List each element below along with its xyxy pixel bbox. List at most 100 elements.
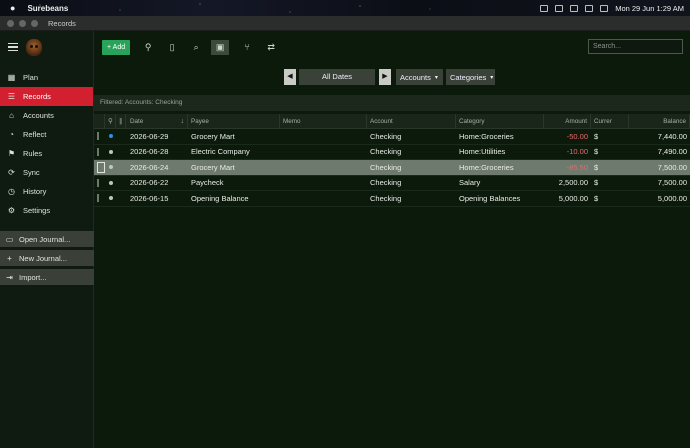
amount-column-header[interactable]: Amount [544, 114, 591, 128]
accounts-filter-dropdown[interactable]: Accounts ▾ [396, 69, 443, 85]
sidebar-action-button[interactable]: ▭ Open Journal... [0, 231, 94, 247]
balance-column-header[interactable]: Balance [629, 114, 690, 128]
account-cell[interactable]: Checking [367, 129, 456, 144]
category-cell[interactable]: Opening Balances [456, 191, 544, 206]
table-row[interactable]: 2026-06-28 Electric Company Checking Home:U… [94, 145, 690, 160]
drag-handle-icon[interactable] [97, 132, 99, 141]
amount-cell[interactable]: -10.00 [544, 145, 591, 160]
row-grip-cell[interactable] [94, 160, 105, 175]
table-row[interactable]: 2026-06-22 Paycheck Checking Salary 2,500.00… [94, 176, 690, 191]
account-cell[interactable]: Checking [367, 176, 456, 191]
categories-filter-dropdown[interactable]: Categories ▾ [446, 69, 495, 85]
memo-cell[interactable] [280, 145, 367, 160]
currency-cell[interactable]: $ [591, 145, 629, 160]
balance-cell[interactable]: 5,000.00 [629, 191, 690, 206]
table-row[interactable]: 2026-06-24 Grocery Mart Checking Home:Groce… [94, 160, 690, 176]
date-range-button[interactable]: All Dates [299, 69, 375, 85]
sidebar-item-sync[interactable]: ⟳ Sync [0, 163, 93, 182]
account-cell[interactable]: Checking [367, 145, 456, 160]
search-icon[interactable]: ⌕ [190, 41, 202, 53]
drag-handle-icon[interactable] [97, 194, 99, 203]
account-cell[interactable]: Checking [367, 160, 456, 175]
paperclip-column-header[interactable]: ∥ [116, 114, 126, 128]
minimize-window-button[interactable] [19, 19, 26, 27]
category-cell[interactable]: Salary [456, 176, 544, 191]
date-cell[interactable]: 2026-06-22 [126, 176, 188, 191]
control-center-icon[interactable] [600, 4, 609, 12]
grip-column-header[interactable] [94, 114, 105, 128]
currency-cell[interactable]: $ [591, 176, 629, 191]
balance-cell[interactable]: 7,500.00 [629, 160, 690, 175]
sort-down-icon[interactable]: ↓ [181, 118, 185, 125]
add-record-button[interactable]: + Add [102, 39, 131, 55]
hamburger-menu-icon[interactable] [8, 41, 18, 54]
payee-cell[interactable]: Grocery Mart [188, 160, 280, 175]
sidebar-action-button[interactable]: ⇥ Import... [0, 269, 94, 285]
drag-handle-icon[interactable] [97, 161, 105, 173]
clock[interactable]: Mon 29 Jun 1:29 AM [615, 4, 684, 13]
status-cell[interactable] [105, 191, 116, 206]
amount-cell[interactable]: 5,000.00 [544, 191, 591, 206]
sidebar-action-button[interactable]: + New Journal... [0, 250, 94, 266]
status-icon[interactable] [555, 4, 564, 12]
payee-column-header[interactable]: Payee [188, 114, 280, 128]
date-cell[interactable]: 2026-06-29 [126, 129, 188, 144]
status-icon[interactable] [540, 4, 549, 12]
currency-cell[interactable]: $ [591, 160, 629, 175]
merge-icon[interactable]: ⑂ [241, 41, 253, 53]
status-dot-icon[interactable] [109, 149, 113, 154]
status-cell[interactable] [105, 160, 116, 175]
balance-cell[interactable]: 7,490.00 [629, 145, 690, 160]
balance-cell[interactable]: 7,500.00 [629, 176, 690, 191]
sidebar-item-rules[interactable]: ⚑ Rules [0, 144, 93, 163]
payee-cell[interactable]: Opening Balance [188, 191, 280, 206]
amount-cell[interactable]: 2,500.00 [544, 176, 591, 191]
memo-cell[interactable] [280, 176, 367, 191]
status-cell[interactable] [105, 145, 116, 160]
amount-cell[interactable]: -85.50 [544, 160, 591, 175]
account-cell[interactable]: Checking [367, 191, 456, 206]
category-cell[interactable]: Home:Groceries [456, 160, 544, 175]
zoom-window-button[interactable] [31, 19, 38, 27]
row-grip-cell[interactable] [94, 191, 105, 206]
date-cell[interactable]: 2026-06-15 [126, 191, 188, 206]
date-column-header[interactable]: Date ↓ [126, 114, 188, 128]
table-row[interactable]: 2026-06-29 Grocery Mart Checking Home:Groce… [94, 129, 690, 145]
account-column-header[interactable]: Account [367, 114, 456, 128]
next-date-button[interactable]: ▶ [379, 69, 391, 85]
currency-cell[interactable]: $ [591, 129, 629, 144]
payee-cell[interactable]: Electric Company [188, 145, 280, 160]
drag-handle-icon[interactable] [97, 147, 99, 156]
status-cell[interactable] [105, 129, 116, 144]
attachment-icon[interactable]: ⚲ [142, 41, 154, 53]
category-cell[interactable]: Home:Groceries [456, 129, 544, 144]
category-cell[interactable]: Home:Utilities [456, 145, 544, 160]
drag-handle-icon[interactable] [97, 178, 99, 187]
memo-cell[interactable] [280, 129, 367, 144]
sidebar-item-accounts[interactable]: ⌂ Accounts [0, 106, 93, 125]
row-grip-cell[interactable] [94, 176, 105, 191]
search-input[interactable]: Search... [588, 39, 683, 54]
status-dot-icon[interactable] [109, 180, 113, 185]
memo-cell[interactable] [280, 191, 367, 206]
status-cell[interactable] [105, 176, 116, 191]
payee-cell[interactable]: Paycheck [188, 176, 280, 191]
battery-icon[interactable] [570, 4, 579, 12]
transfer-icon[interactable]: ⇄ [265, 41, 277, 53]
apple-icon[interactable]: ● [10, 3, 15, 13]
payee-cell[interactable]: Grocery Mart [188, 129, 280, 144]
close-window-button[interactable] [7, 19, 14, 27]
sidebar-item-reflect[interactable]: ◔ Reflect [0, 125, 93, 144]
prev-date-button[interactable]: ◀ [284, 69, 296, 85]
table-row[interactable]: 2026-06-15 Opening Balance Checking Opening… [94, 191, 690, 207]
amount-cell[interactable]: -50.00 [544, 129, 591, 144]
currency-column-header[interactable]: Currer [591, 114, 629, 128]
wifi-icon[interactable] [585, 4, 594, 12]
date-cell[interactable]: 2026-06-28 [126, 145, 188, 160]
sidebar-item-settings[interactable]: ⚙ Settings [0, 201, 93, 220]
date-cell[interactable]: 2026-06-24 [126, 160, 188, 175]
sidebar-item-records[interactable]: ☰ Records [0, 87, 93, 106]
memo-column-header[interactable]: Memo [280, 114, 367, 128]
status-dot-icon[interactable] [109, 165, 113, 170]
app-menu-name[interactable]: Surebeans [27, 4, 68, 13]
